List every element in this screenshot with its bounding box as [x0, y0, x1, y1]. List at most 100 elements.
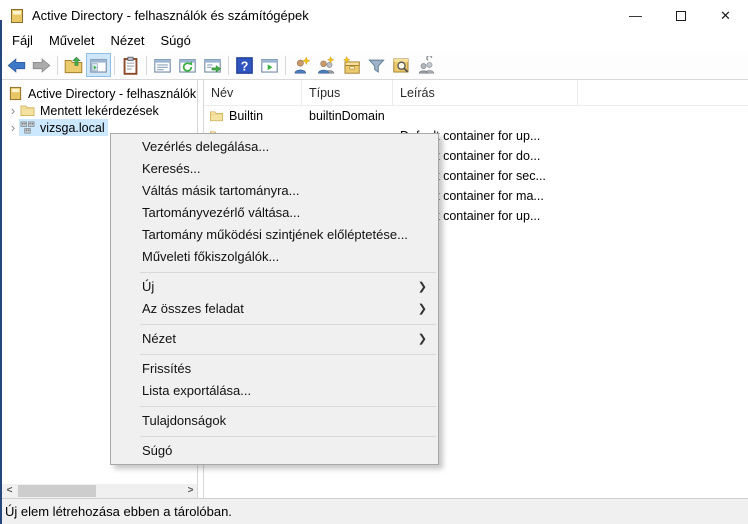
set-filter-button[interactable]: [364, 53, 389, 77]
minimize-button[interactable]: —: [613, 0, 658, 31]
new-group-button[interactable]: [314, 53, 339, 77]
new-user-icon: [292, 56, 311, 75]
refresh-icon: [178, 56, 197, 75]
tree-item-saved-queries[interactable]: › Mentett lekérdezések: [2, 102, 197, 119]
cell-type-text: builtinDomain: [302, 109, 393, 123]
menu-separator: [140, 354, 436, 355]
new-window-icon: [260, 56, 279, 75]
list-header: Név Típus Leírás: [204, 80, 748, 106]
menu-file[interactable]: Fájl: [4, 31, 41, 51]
menu-action[interactable]: Művelet: [41, 31, 103, 51]
submenu-arrow-icon: ❯: [418, 276, 427, 298]
show-hide-console-tree-button[interactable]: [86, 53, 111, 77]
window-properties-icon: [153, 56, 172, 75]
up-one-level-button[interactable]: [61, 53, 86, 77]
menu-item-operations-masters[interactable]: Műveleti főkiszolgálók...: [111, 246, 438, 268]
tree-item-label: vizsga.local: [40, 121, 105, 135]
submenu-arrow-icon: ❯: [418, 298, 427, 320]
window-accent-border: [0, 20, 2, 524]
properties-clipboard-button[interactable]: [118, 53, 143, 77]
help-icon: ?: [235, 56, 254, 75]
menu-item-properties[interactable]: Tulajdonságok: [111, 410, 438, 432]
column-header-type[interactable]: Típus: [302, 80, 393, 106]
close-button[interactable]: ✕: [703, 0, 748, 31]
submenu-arrow-icon: ❯: [418, 328, 427, 350]
back-icon: [7, 56, 26, 75]
toolbar-separator: [114, 56, 115, 75]
new-group-icon: [317, 56, 336, 75]
console-icon: [8, 86, 23, 101]
up-one-level-icon: [64, 56, 83, 75]
menu-item-all-tasks[interactable]: Az összes feladat❯: [111, 298, 438, 320]
new-organizational-unit-button[interactable]: [339, 53, 364, 77]
column-header-name[interactable]: Név: [204, 80, 302, 106]
tree-item-label: Mentett lekérdezések: [40, 104, 159, 118]
scrollbar-thumb[interactable]: [18, 485, 96, 497]
menu-separator: [140, 436, 436, 437]
menu-item-view[interactable]: Nézet❯: [111, 328, 438, 350]
tree-horizontal-scrollbar[interactable]: < >: [2, 484, 198, 498]
new-ou-icon: [342, 56, 361, 75]
show-in-new-window-button[interactable]: [257, 53, 282, 77]
column-header-description[interactable]: Leírás: [393, 80, 578, 106]
status-bar: Új elem létrehozása ebben a tárolóban.: [0, 498, 748, 524]
tree-chevron-icon[interactable]: ›: [7, 120, 19, 135]
tree-item-label: Active Directory - felhasználók é: [28, 87, 198, 101]
add-to-group-button[interactable]: [414, 53, 439, 77]
menu-item-new[interactable]: Új❯: [111, 276, 438, 298]
menu-separator: [140, 272, 436, 273]
tree-chevron-icon[interactable]: ›: [7, 103, 19, 118]
add-to-group-icon: [417, 56, 436, 75]
menu-view[interactable]: Nézet: [102, 31, 152, 51]
maximize-icon: [676, 11, 686, 21]
menu-item-raise-domain-functional-level[interactable]: Tartomány működési szintjének előlépteté…: [111, 224, 438, 246]
app-window: Active Directory - felhasználók és számí…: [0, 0, 748, 524]
minimize-icon: —: [629, 8, 642, 23]
menu-item-refresh[interactable]: Frissítés: [111, 358, 438, 380]
tree-item-root[interactable]: Active Directory - felhasználók é: [2, 85, 197, 102]
window-controls: — ✕: [613, 0, 748, 31]
find-button[interactable]: [389, 53, 414, 77]
forward-icon: [32, 56, 51, 75]
scroll-right-icon[interactable]: >: [183, 484, 198, 498]
menu-separator: [140, 324, 436, 325]
menu-item-delegate-control[interactable]: Vezérlés delegálása...: [111, 136, 438, 158]
context-menu: Vezérlés delegálása... Keresés... Váltás…: [110, 133, 439, 465]
toolbar-separator: [285, 56, 286, 75]
domain-icon: [20, 120, 35, 135]
console-tree: Active Directory - felhasználók é › Ment…: [2, 80, 197, 136]
tree-item-domain-selection[interactable]: vizsga.local: [19, 119, 108, 136]
column-header-filler: [578, 80, 748, 106]
scroll-left-icon[interactable]: <: [2, 484, 17, 498]
menu-item-change-domain-controller[interactable]: Tartományvezérlő váltása...: [111, 202, 438, 224]
list-row-builtin[interactable]: Builtin builtinDomain: [204, 106, 748, 126]
window-title: Active Directory - felhasználók és számí…: [32, 8, 309, 23]
menu-bar: Fájl Művelet Nézet Súgó: [2, 31, 748, 51]
cell-name-text: Builtin: [229, 109, 263, 123]
toolbar: ?: [2, 51, 748, 80]
filter-icon: [367, 56, 386, 75]
export-list-button[interactable]: [200, 53, 225, 77]
menu-separator: [140, 406, 436, 407]
menu-item-export-list[interactable]: Lista exportálása...: [111, 380, 438, 402]
console-tree-icon: [89, 56, 108, 75]
new-user-button[interactable]: [289, 53, 314, 77]
window-properties-button[interactable]: [150, 53, 175, 77]
menu-help[interactable]: Súgó: [152, 31, 198, 51]
folder-icon: [209, 109, 224, 123]
menu-item-change-domain[interactable]: Váltás másik tartományra...: [111, 180, 438, 202]
clipboard-icon: [121, 56, 140, 75]
forward-button[interactable]: [29, 53, 54, 77]
title-bar: Active Directory - felhasználók és számí…: [0, 0, 748, 31]
status-text: Új elem létrehozása ebben a tárolóban.: [5, 504, 232, 519]
find-icon: [392, 56, 411, 75]
help-button[interactable]: ?: [232, 53, 257, 77]
close-icon: ✕: [720, 8, 731, 24]
menu-item-find[interactable]: Keresés...: [111, 158, 438, 180]
refresh-button[interactable]: [175, 53, 200, 77]
menu-item-help[interactable]: Súgó: [111, 440, 438, 462]
toolbar-separator: [57, 56, 58, 75]
maximize-button[interactable]: [658, 0, 703, 31]
folder-icon: [20, 103, 35, 118]
back-button[interactable]: [4, 53, 29, 77]
